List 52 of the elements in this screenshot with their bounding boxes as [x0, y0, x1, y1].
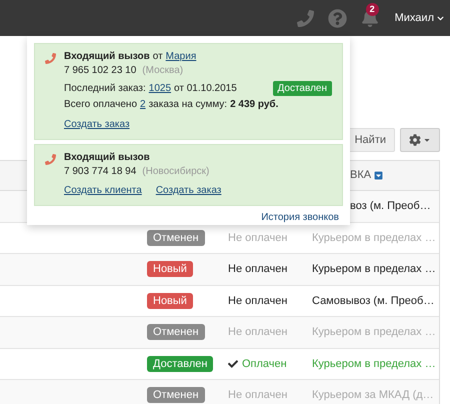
column-header[interactable]: ВКА: [350, 167, 384, 184]
from-text: от: [152, 50, 163, 64]
dropdown-icon: [374, 171, 384, 180]
status-badge: Отменен: [147, 324, 205, 340]
payment-status: Не оплачен: [228, 230, 288, 246]
delivery-text: Курьером в пределах …: [312, 263, 436, 275]
delivery-text: воз (м. Преоб…: [350, 200, 431, 212]
call-history-link[interactable]: История звонков: [261, 212, 339, 224]
payment-status: Не оплачен: [228, 325, 288, 340]
link[interactable]: Создать клиента: [64, 184, 142, 198]
chevron-down-icon: [437, 14, 444, 22]
call-title: Входящий вызов: [64, 151, 150, 165]
link[interactable]: 2: [140, 98, 146, 112]
call-title: Входящий вызов: [64, 50, 150, 64]
status-badge: Новый: [147, 292, 193, 308]
link[interactable]: Создать заказ: [156, 184, 222, 198]
table-row[interactable]: Новый Не оплачен Курьером в пределах …: [0, 254, 439, 286]
status-badge: Новый: [147, 261, 193, 277]
payment-status: Не оплачен: [228, 294, 288, 308]
caret-icon: [423, 136, 431, 144]
settings-button[interactable]: [400, 128, 440, 152]
delivery-text: Самовывоз (м. Преоб…: [312, 294, 434, 306]
status-badge: Доставлен: [147, 356, 214, 372]
order-date: от 01.10.2015: [174, 82, 237, 96]
phone-number: 7 903 774 18 94: [64, 165, 136, 179]
link[interactable]: Мария: [166, 50, 196, 64]
delivery-text: Курьером в пределах …: [312, 326, 436, 338]
status-badge: Отменен: [147, 387, 205, 403]
city-text: (Москва): [142, 64, 184, 78]
phone-number: 7 965 102 23 10: [64, 64, 136, 78]
delivery-text: Курьером в пределах …: [312, 232, 436, 244]
total-text: заказа на сумму:: [148, 98, 228, 112]
payment-status: Не оплачен: [228, 388, 288, 403]
link[interactable]: Создать заказ: [64, 118, 130, 132]
table-row[interactable]: Новый Не оплачен Самовывоз (м. Преоб…: [0, 286, 439, 317]
status-badge: Отменен: [147, 230, 205, 246]
total-sum: 2 439 руб.: [230, 98, 278, 112]
status-badge: Доставлен: [272, 81, 332, 96]
table-row[interactable]: Доставлен Оплачен Курьером в пределах …: [0, 348, 439, 380]
link[interactable]: 1025: [148, 82, 172, 96]
user-menu[interactable]: Михаил: [394, 10, 444, 26]
delivery-text: Курьером в пределах …: [312, 358, 436, 370]
payment-status: Оплачен: [242, 356, 287, 372]
delivery-text: Курьером за МКАД (д…: [312, 389, 434, 401]
phone-icon: [45, 53, 56, 64]
gear-icon: [409, 134, 421, 146]
last-order-label: Последний заказ:: [64, 82, 146, 96]
total-label: Всего оплачено: [64, 98, 138, 112]
notification-count: 2: [366, 3, 379, 16]
payment-status: Не оплачен: [228, 262, 288, 277]
city-text: (Новосибирск): [142, 165, 210, 179]
phone-icon: [45, 154, 56, 165]
